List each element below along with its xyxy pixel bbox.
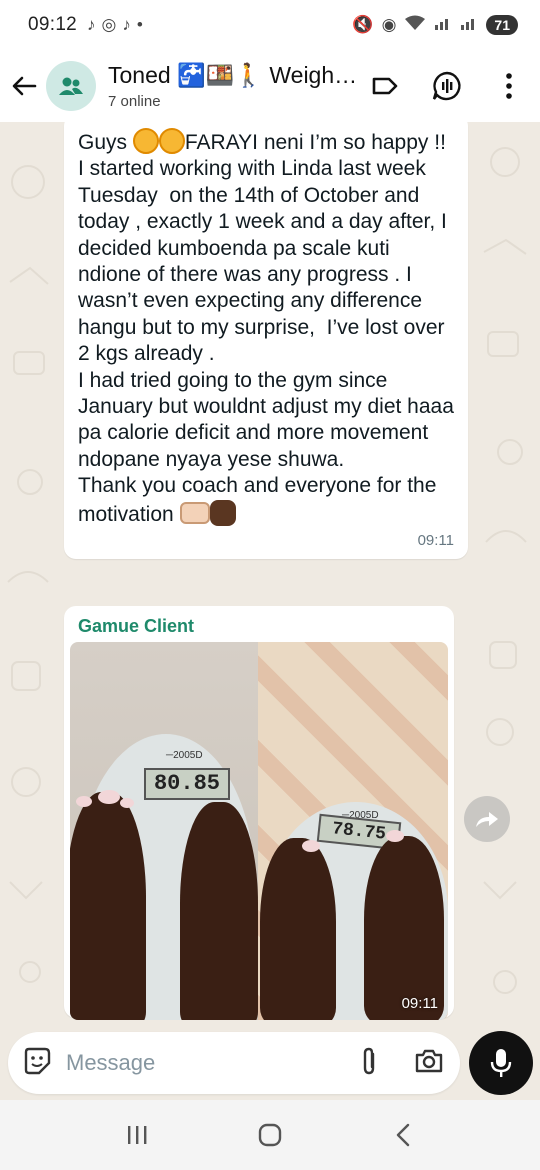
heart-hands-emoji [179, 501, 210, 524]
voice-record-button[interactable] [469, 1031, 533, 1095]
toenail [120, 798, 134, 808]
sender-name[interactable]: Gamue Client [70, 614, 448, 642]
tiktok-icon: ♪ [87, 15, 96, 34]
voice-chat-icon[interactable] [430, 69, 464, 103]
chat-area[interactable]: Guys FARAYI neni I’m so happy !! I start… [0, 122, 540, 1027]
image-message-bubble[interactable]: Gamue Client ─2005D 80.85 ─2005D 78.75 0… [64, 606, 454, 1020]
forward-button[interactable] [464, 796, 510, 842]
hugging-face-emoji [132, 128, 159, 154]
message-input[interactable]: Message [66, 1050, 358, 1076]
status-bar: 09:12 ♪ ◎ ♪ • 🔇 ◉ 71 [0, 0, 540, 50]
message-text-part: FARAYI neni I’m so happy !! I started wo… [78, 131, 454, 526]
battery-indicator: 71 [486, 15, 518, 35]
signal-icon [434, 15, 452, 36]
dot-icon: • [136, 15, 143, 34]
whatsapp-icon: ◎ [101, 15, 117, 34]
signal-icon [460, 15, 478, 36]
raised-fist-emoji [209, 499, 236, 526]
scale-display: 80.85 [144, 768, 230, 800]
scale-photo-after: ─2005D 78.75 [258, 642, 448, 1020]
message-time: 09:11 [417, 532, 454, 550]
message-text: Guys FARAYI neni I’m so happy !! I start… [78, 128, 454, 528]
home-icon[interactable] [250, 1115, 290, 1155]
nav-back-icon[interactable] [383, 1115, 423, 1155]
mute-icon: 🔇 [352, 15, 374, 34]
chat-header: Toned 🚰🍱🚶 Weight... 7 online [0, 50, 540, 122]
tiktok-icon: ♪ [122, 15, 131, 34]
message-text-part: Guys [78, 131, 133, 154]
more-options-icon[interactable] [492, 69, 526, 103]
attach-icon[interactable] [358, 1046, 380, 1081]
hotspot-icon: ◉ [381, 15, 397, 34]
sticker-icon[interactable] [22, 1046, 52, 1081]
forward-icon [476, 812, 498, 827]
toenail [302, 840, 320, 852]
system-nav-bar [0, 1100, 540, 1170]
toenail [98, 790, 120, 804]
chat-title-block[interactable]: Toned 🚰🍱🚶 Weight... 7 online [108, 62, 358, 110]
scale-photo-before: ─2005D 80.85 [70, 642, 258, 1020]
foot [180, 802, 258, 1020]
system-icons: 🔇 ◉ 71 [352, 15, 518, 36]
chat-title: Toned 🚰🍱🚶 Weight... [108, 62, 358, 88]
microphone-icon [490, 1049, 512, 1077]
foot [364, 836, 444, 1020]
status-time: 09:12 [28, 14, 78, 35]
wifi-icon [404, 15, 426, 36]
recent-apps-icon[interactable] [117, 1115, 157, 1155]
message-photo[interactable]: ─2005D 80.85 ─2005D 78.75 09:11 [70, 642, 448, 1020]
group-avatar[interactable] [46, 61, 96, 111]
foot [70, 792, 146, 1020]
message-bubble[interactable]: Guys FARAYI neni I’m so happy !! I start… [64, 122, 468, 560]
toenail [76, 796, 92, 807]
message-composer[interactable]: Message [8, 1032, 460, 1094]
foot [260, 838, 336, 1020]
online-count: 7 online [108, 93, 161, 110]
back-arrow-icon[interactable] [8, 66, 40, 106]
label-icon[interactable] [368, 69, 402, 103]
photo-time: 09:11 [401, 995, 438, 1012]
toenail [386, 830, 404, 842]
notification-icons: ♪ ◎ ♪ • [87, 15, 143, 35]
camera-icon[interactable] [414, 1048, 444, 1079]
hugging-face-emoji [158, 128, 185, 154]
scale-model: ─2005D [166, 750, 203, 761]
group-icon [59, 77, 83, 95]
